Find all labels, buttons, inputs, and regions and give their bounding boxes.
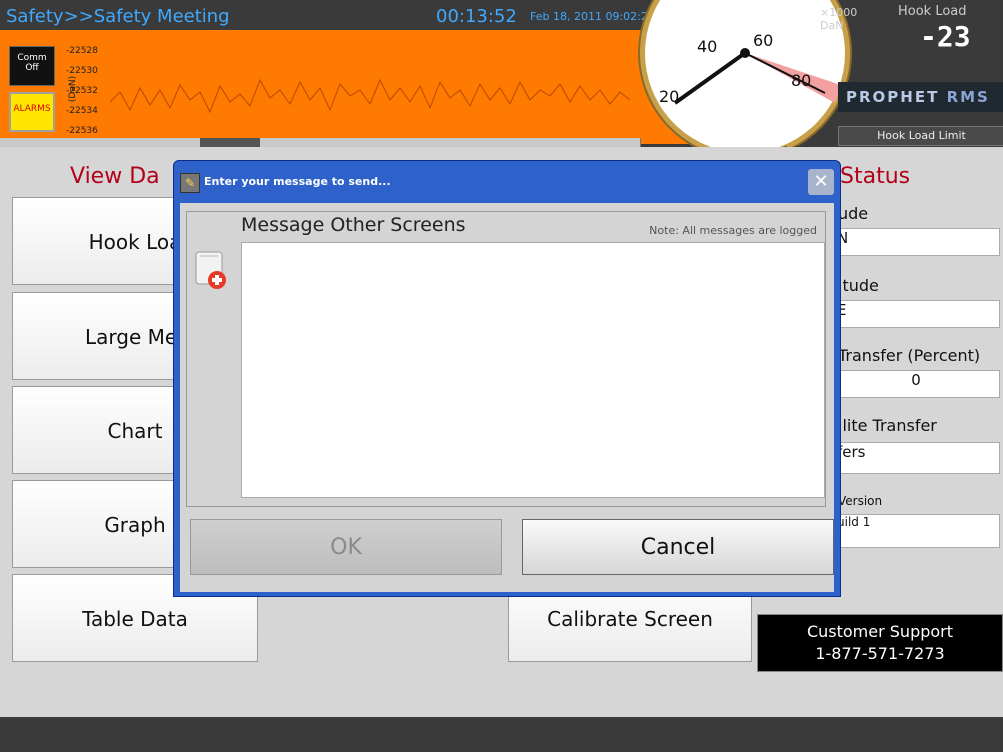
comm-status-box[interactable]: Comm Off <box>9 46 55 86</box>
gauge-needle <box>673 51 747 105</box>
y-tick: -22534 <box>66 106 98 116</box>
brand-name: PROPHET <box>846 88 940 106</box>
hook-load-gauge: 40 60 80 20 100 <box>640 0 850 147</box>
latitude-label: ude <box>838 204 869 223</box>
y-tick: -22532 <box>66 86 98 96</box>
status-title: Status <box>840 164 911 189</box>
view-data-title: View Da <box>70 164 160 189</box>
dialog-heading: Message Other Screens <box>241 214 466 236</box>
message-dialog: ✎ Enter your message to send... ✕ Messag… <box>173 160 841 597</box>
gauge-label-40: 40 <box>697 37 718 56</box>
tab[interactable] <box>380 138 501 147</box>
gauge-label-60: 60 <box>753 31 774 50</box>
brand-logo: PROPHET RMS <box>838 82 1003 112</box>
dialog-body: Message Other Screens Note: All messages… <box>180 203 834 592</box>
close-icon[interactable]: ✕ <box>808 169 834 195</box>
version-label: Version <box>838 494 883 508</box>
gauge-label-80: 80 <box>791 71 812 90</box>
brand-suffix: RMS <box>946 88 990 106</box>
top-bar: Safety>>Safety Meeting 00:13:52 Feb 18, … <box>0 0 1003 147</box>
transfer-percent-field: 0 <box>832 370 1000 398</box>
tab[interactable] <box>200 138 261 147</box>
longitude-field: E <box>832 300 1000 328</box>
gauge-hub <box>740 48 750 58</box>
dialog-title: Enter your message to send... <box>204 175 391 188</box>
logging-note: Note: All messages are logged <box>649 224 817 237</box>
hook-load-limit-button[interactable]: Hook Load Limit <box>838 126 1003 146</box>
gauge-limit-needle <box>744 52 826 94</box>
message-panel: Message Other Screens Note: All messages… <box>186 211 826 507</box>
gauge-dial <box>673 48 841 105</box>
units-label: ×1000 DaN <box>820 6 858 32</box>
hook-load-label: Hook Load <box>898 4 967 19</box>
gauge-label-100: 100 <box>781 143 812 147</box>
transfer-percent-label: Transfer (Percent) <box>838 346 981 365</box>
tab[interactable] <box>80 138 201 147</box>
gauge-label-20: 20 <box>659 87 680 106</box>
y-tick: -22530 <box>66 66 98 76</box>
customer-support-box[interactable]: Customer Support 1-877-571-7273 <box>757 614 1003 672</box>
longitude-label: itude <box>838 276 879 295</box>
y-tick: -22536 <box>66 126 98 136</box>
timer: 00:13:52 <box>436 6 517 27</box>
tab[interactable] <box>260 138 381 147</box>
hook-load-value: -23 <box>920 20 971 53</box>
satellite-transfer-label: llite Transfer <box>838 416 937 435</box>
add-note-icon[interactable] <box>195 248 227 290</box>
dialog-app-icon: ✎ <box>180 173 200 193</box>
version-field: uild 1 <box>832 514 1000 548</box>
tab[interactable] <box>500 138 641 147</box>
footer-bar <box>0 717 1003 752</box>
latitude-field: N <box>832 228 1000 256</box>
y-tick: -22528 <box>66 46 98 56</box>
satellite-transfer-field: fers <box>832 442 1000 474</box>
message-input[interactable] <box>241 242 825 498</box>
cancel-button[interactable]: Cancel <box>522 519 834 575</box>
alarms-button[interactable]: ALARMS <box>9 92 55 132</box>
ok-button[interactable]: OK <box>190 519 502 575</box>
breadcrumb-title: Safety>>Safety Meeting <box>6 6 230 27</box>
tab[interactable] <box>0 138 81 147</box>
